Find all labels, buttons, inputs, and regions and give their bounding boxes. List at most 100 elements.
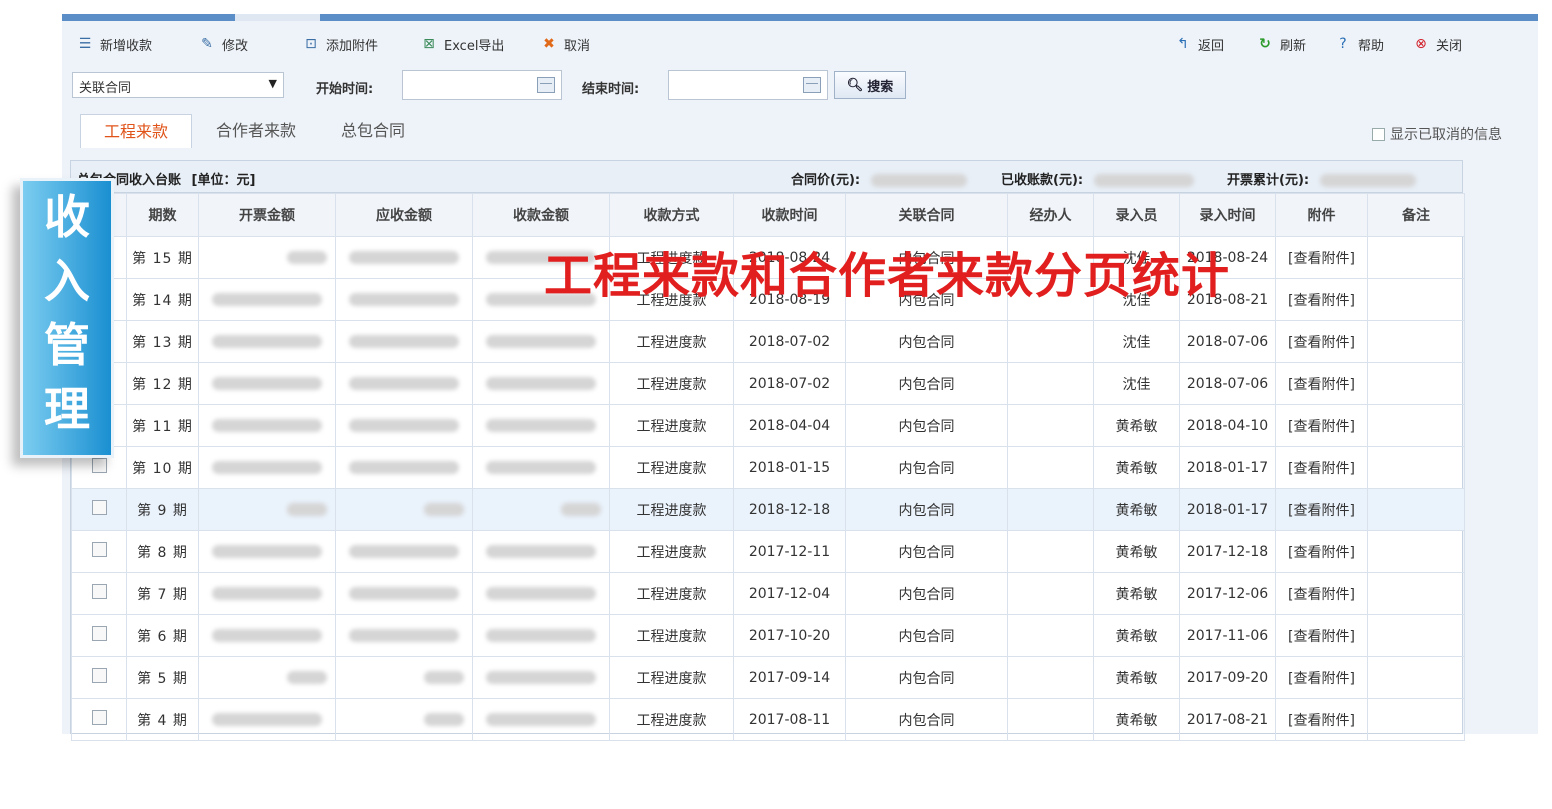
redacted-amount	[287, 503, 327, 516]
calendar-icon[interactable]	[803, 77, 821, 93]
table-row[interactable]: 第 12 期 工程进度款 2018-07-02 内包合同 沈佳 2018-07-06 [查看…	[71, 362, 1465, 405]
back-button[interactable]: ↰ 返回	[1174, 33, 1224, 55]
new-payment-button[interactable]: ☰ 新增收款	[76, 33, 152, 55]
related-contract-cell: 内包合同	[845, 656, 1008, 699]
table-row[interactable]: 第 6 期 工程进度款 2017-10-20 内包合同 黄希敏 2017-11-06 [查看…	[71, 614, 1465, 657]
col-entry-by[interactable]: 录入员	[1093, 193, 1180, 237]
excel-export-button[interactable]: ⊠ Excel导出	[420, 33, 504, 55]
view-attachment-link[interactable]: [查看附件]	[1275, 656, 1368, 699]
overlay-caption: 工程来款和合作者来款分页统计	[544, 248, 1231, 304]
row-select-cell	[71, 614, 127, 657]
received-amount-cell	[472, 698, 610, 741]
col-receivable-amount[interactable]: 应收金额	[335, 193, 473, 237]
entry-by-cell: 沈佳	[1093, 320, 1180, 363]
col-entry-date[interactable]: 录入时间	[1179, 193, 1276, 237]
table-row[interactable]: 第 11 期 工程进度款 2018-04-04 内包合同 黄希敏 2018-04-10 [查…	[71, 404, 1465, 447]
row-checkbox[interactable]	[91, 458, 107, 473]
view-attachment-link[interactable]: [查看附件]	[1275, 572, 1368, 615]
row-checkbox[interactable]	[91, 668, 107, 683]
invoice-amount-cell	[198, 404, 336, 447]
close-button[interactable]: ⊗ 关闭	[1412, 33, 1462, 55]
remark-cell	[1367, 404, 1465, 447]
end-time-input[interactable]	[668, 70, 828, 100]
remark-cell	[1367, 236, 1465, 279]
view-attachment-link[interactable]: [查看附件]	[1275, 698, 1368, 741]
add-attachment-button[interactable]: ⊡ 添加附件	[302, 33, 378, 55]
start-time-input[interactable]	[402, 70, 562, 100]
show-cancelled-toggle[interactable]: 显示已取消的信息	[1372, 124, 1502, 144]
related-contract-cell: 内包合同	[845, 320, 1008, 363]
row-checkbox[interactable]	[91, 626, 107, 641]
invoice-amount-cell	[198, 446, 336, 489]
view-attachment-link[interactable]: [查看附件]	[1275, 236, 1368, 279]
view-attachment-link[interactable]: [查看附件]	[1275, 278, 1368, 321]
row-select-cell	[71, 656, 127, 699]
invoice-amount-cell	[198, 614, 336, 657]
col-received-amount[interactable]: 收款金额	[472, 193, 610, 237]
row-checkbox[interactable]	[91, 542, 107, 557]
show-cancelled-checkbox[interactable]	[1372, 127, 1385, 141]
entry-date-cell: 2018-01-17	[1179, 446, 1276, 489]
receivable-amount-cell	[335, 320, 473, 363]
row-checkbox[interactable]	[91, 710, 107, 725]
col-period[interactable]: 期数	[126, 193, 199, 237]
table-row[interactable]: 第 8 期 工程进度款 2017-12-11 内包合同 黄希敏 2017-12-18 [查看…	[71, 530, 1465, 573]
row-checkbox[interactable]	[91, 584, 107, 599]
col-payment-date[interactable]: 收款时间	[733, 193, 846, 237]
invoice-amount-cell	[198, 656, 336, 699]
invoice-amount-cell	[198, 530, 336, 573]
tab-partner-payment[interactable]: 合作者来款	[198, 114, 314, 148]
col-invoice-amount[interactable]: 开票金额	[198, 193, 336, 237]
calendar-icon[interactable]	[537, 77, 555, 93]
received-amount-cell	[472, 362, 610, 405]
payment-method-cell: 工程进度款	[609, 530, 734, 573]
table-row[interactable]: 第 5 期 工程进度款 2017-09-14 内包合同 黄希敏 2017-09-20 [查看…	[71, 656, 1465, 699]
handler-cell	[1007, 572, 1094, 615]
table-row[interactable]: 第 9 期 工程进度款 2018-12-18 内包合同 黄希敏 2018-01-17 [查看…	[71, 488, 1465, 531]
col-related-contract[interactable]: 关联合同	[845, 193, 1008, 237]
cancel-button[interactable]: ✖ 取消	[540, 33, 590, 55]
view-attachment-link[interactable]: [查看附件]	[1275, 404, 1368, 447]
new-payment-label: 新增收款	[100, 38, 153, 54]
redacted-amount	[212, 335, 322, 348]
table-row[interactable]: 第 10 期 工程进度款 2018-01-15 内包合同 黄希敏 2018-01-17 [查…	[71, 446, 1465, 489]
period-cell: 第 12 期	[126, 362, 199, 405]
help-button[interactable]: ? 帮助	[1334, 33, 1384, 55]
view-attachment-link[interactable]: [查看附件]	[1275, 320, 1368, 363]
col-handler[interactable]: 经办人	[1007, 193, 1094, 237]
redacted-amount	[486, 713, 596, 726]
search-button[interactable]: 🔍︎ 搜索	[834, 71, 906, 99]
view-attachment-link[interactable]: [查看附件]	[1275, 614, 1368, 657]
received-amount-cell	[472, 404, 610, 447]
related-contract-cell: 内包合同	[845, 530, 1008, 573]
attach-icon: ⊡	[305, 36, 317, 52]
top-strip	[62, 14, 1538, 21]
contract-price-label: 合同价(元):	[791, 173, 861, 188]
view-attachment-link[interactable]: [查看附件]	[1275, 488, 1368, 531]
tab-general-contract[interactable]: 总包合同	[326, 114, 420, 148]
entry-date-cell: 2017-12-18	[1179, 530, 1276, 573]
table-row[interactable]: 第 4 期 工程进度款 2017-08-11 内包合同 黄希敏 2017-08-21 [查看…	[71, 698, 1465, 741]
view-attachment-link[interactable]: [查看附件]	[1275, 362, 1368, 405]
table-row[interactable]: 第 7 期 工程进度款 2017-12-04 内包合同 黄希敏 2017-12-06 [查看…	[71, 572, 1465, 615]
view-attachment-link[interactable]: [查看附件]	[1275, 530, 1368, 573]
period-cell: 第 10 期	[126, 446, 199, 489]
view-attachment-link[interactable]: [查看附件]	[1275, 446, 1368, 489]
edit-button[interactable]: ✎ 修改	[198, 33, 248, 55]
redacted-amount	[486, 335, 596, 348]
col-attachment[interactable]: 附件	[1275, 193, 1368, 237]
col-payment-method[interactable]: 收款方式	[609, 193, 734, 237]
tab-project-payment[interactable]: 工程来款	[80, 114, 192, 148]
remark-cell	[1367, 614, 1465, 657]
redacted-amount	[424, 503, 464, 516]
row-checkbox[interactable]	[91, 500, 107, 515]
invoice-amount-cell	[198, 572, 336, 615]
col-remark[interactable]: 备注	[1367, 193, 1465, 237]
income-management-badge: 收入管理	[20, 178, 114, 458]
start-time-label: 开始时间:	[316, 82, 374, 97]
redacted-amount	[349, 293, 459, 306]
related-contract-cell: 内包合同	[845, 698, 1008, 741]
refresh-button[interactable]: ↻ 刷新	[1256, 33, 1306, 55]
table-row[interactable]: 第 13 期 工程进度款 2018-07-02 内包合同 沈佳 2018-07-06 [查看…	[71, 320, 1465, 363]
contract-select[interactable]: 关联合同 ▼	[72, 72, 284, 98]
